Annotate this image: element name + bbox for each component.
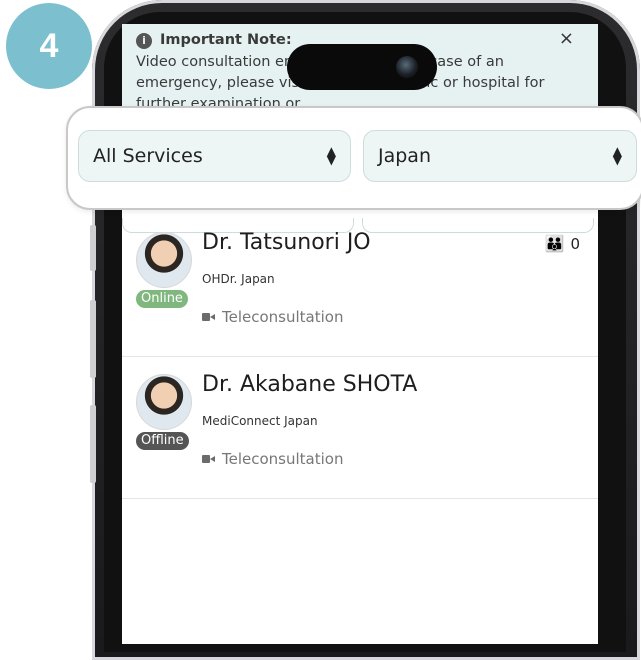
- close-icon[interactable]: ×: [559, 28, 574, 49]
- country-select-value: Japan: [378, 145, 431, 167]
- video-camera-icon: [202, 454, 216, 464]
- doctor-name: Dr. Tatsunori JO: [202, 230, 371, 255]
- status-badge: Online: [136, 290, 188, 308]
- service-label: Teleconsultation: [202, 308, 343, 326]
- note-title: i Important Note:: [136, 30, 292, 51]
- doctor-card[interactable]: Online Dr. Tatsunori JO OHDr. Japan Tele…: [122, 214, 598, 357]
- family-icon: 👪: [544, 234, 565, 253]
- phone-side-button: [90, 405, 96, 483]
- info-icon: i: [136, 32, 152, 49]
- service-select-value: All Services: [93, 145, 203, 167]
- country-select[interactable]: Japan ▲ ▼: [363, 130, 637, 182]
- avatar: [136, 232, 192, 288]
- phone-side-button: [90, 300, 96, 378]
- camera-icon: [396, 56, 418, 78]
- doctor-organization: MediConnect Japan: [202, 414, 318, 428]
- note-title-text: Important Note:: [160, 32, 292, 48]
- service-label: Teleconsultation: [202, 450, 343, 468]
- doctor-name: Dr. Akabane SHOTA: [202, 372, 418, 397]
- updown-arrows-icon: ▲ ▼: [326, 144, 336, 167]
- service-text: Teleconsultation: [222, 308, 344, 326]
- updown-arrows-icon: ▲ ▼: [612, 144, 622, 167]
- step-badge: 4: [6, 3, 92, 89]
- filter-bar-zoom: All Services ▲ ▼ Japan ▲ ▼: [66, 106, 641, 210]
- video-camera-icon: [202, 312, 216, 322]
- status-badge: Offline: [136, 432, 189, 450]
- phone-side-button: [90, 225, 96, 271]
- service-select[interactable]: All Services ▲ ▼: [78, 130, 351, 182]
- avatar: [136, 374, 192, 430]
- service-text: Teleconsultation: [222, 450, 344, 468]
- doctor-organization: OHDr. Japan: [202, 272, 275, 286]
- doctor-card[interactable]: Offline Dr. Akabane SHOTA MediConnect Ja…: [122, 356, 598, 499]
- family-count-value: 0: [570, 234, 580, 253]
- family-count: 👪 0: [545, 234, 580, 253]
- step-number: 4: [39, 26, 59, 65]
